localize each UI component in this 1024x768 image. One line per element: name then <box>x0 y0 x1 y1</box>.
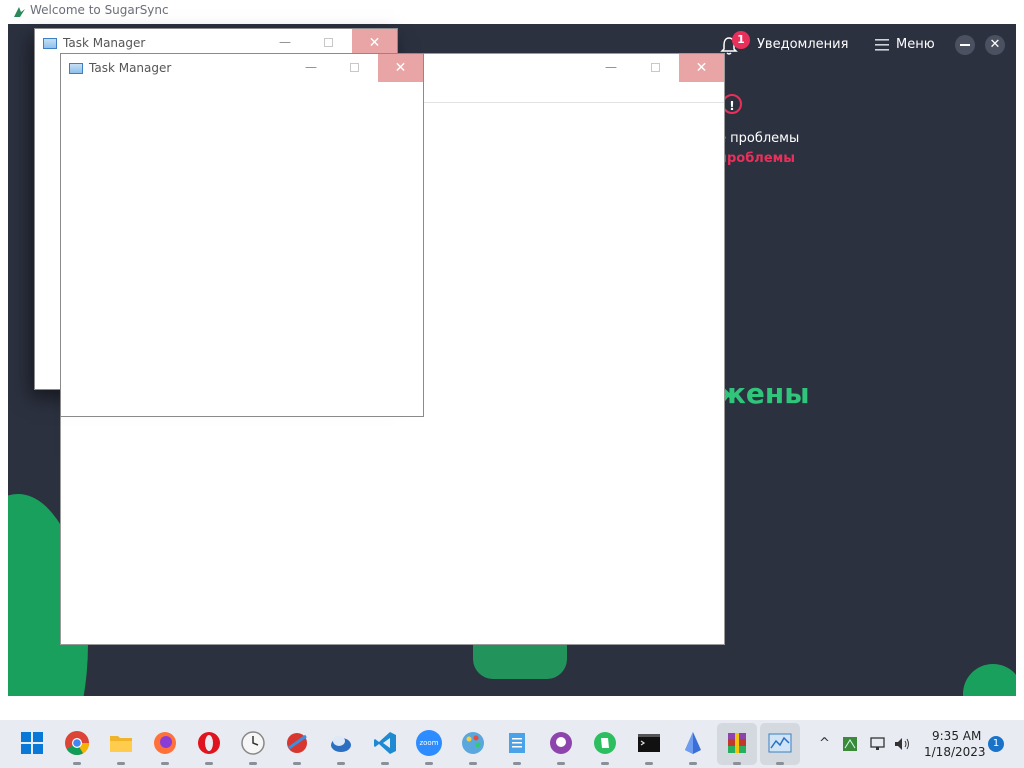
ccleaner-icon[interactable] <box>284 730 310 756</box>
minimize-button[interactable]: — <box>605 60 617 74</box>
running-indicator <box>249 762 257 765</box>
winrar-icon[interactable] <box>724 730 750 756</box>
running-indicator <box>337 762 345 765</box>
running-indicator <box>205 762 213 765</box>
clock-icon[interactable] <box>240 730 266 756</box>
problem-status-text: е проблемы <box>718 131 800 146</box>
clock-date[interactable]: 1/18/2023 <box>924 745 986 759</box>
running-indicator <box>776 762 784 765</box>
notification-count-badge: 1 <box>732 31 750 49</box>
clock-time[interactable]: 9:35 AM <box>932 729 981 743</box>
evernote-icon[interactable] <box>592 730 618 756</box>
minimize-button[interactable]: — <box>305 60 317 74</box>
maximize-button[interactable] <box>651 63 660 72</box>
sugarsync-titlebar: Welcome to SugarSync <box>0 0 1024 24</box>
windows-logo-icon[interactable] <box>19 730 45 756</box>
tray-app-icon[interactable] <box>842 736 858 752</box>
notification-center-badge[interactable]: 1 <box>988 736 1004 752</box>
decorative-green-shape <box>963 664 1016 696</box>
minimize-button[interactable] <box>955 35 975 55</box>
window-title: Task Manager <box>63 36 146 50</box>
window-title: Task Manager <box>89 61 172 75</box>
close-button[interactable]: ✕ <box>985 35 1005 55</box>
headline-text: жены <box>718 377 810 410</box>
palette-icon[interactable] <box>460 730 486 756</box>
task-manager-icon <box>43 38 57 49</box>
task-manager-window-front[interactable]: Task Manager — ✕ <box>60 53 424 417</box>
cloud-icon[interactable] <box>328 730 354 756</box>
running-indicator <box>513 762 521 765</box>
problem-link[interactable]: проблемы <box>718 151 795 166</box>
running-indicator <box>645 762 653 765</box>
running-indicator <box>469 762 477 765</box>
show-hidden-icons-chevron-icon[interactable]: ^ <box>819 736 830 751</box>
network-icon[interactable] <box>870 736 888 752</box>
window-title: Welcome to SugarSync <box>30 3 169 17</box>
primary-action-button[interactable] <box>473 639 567 679</box>
running-indicator <box>733 762 741 765</box>
notepad-icon[interactable] <box>504 730 530 756</box>
sugarsync-logo-icon <box>14 7 25 17</box>
running-indicator <box>73 762 81 765</box>
crystal-icon[interactable] <box>680 730 706 756</box>
close-button[interactable]: ✕ <box>679 54 724 82</box>
folder-icon[interactable] <box>108 730 134 756</box>
running-indicator <box>117 762 125 765</box>
running-indicator <box>425 762 433 765</box>
maximize-button[interactable] <box>324 38 333 47</box>
close-button[interactable]: ✕ <box>378 54 423 82</box>
warning-icon: ! <box>722 94 742 114</box>
github-icon[interactable] <box>548 730 574 756</box>
task-manager-icon <box>69 63 83 74</box>
running-indicator <box>381 762 389 765</box>
zoom-icon[interactable]: zoom <box>416 730 442 756</box>
running-indicator <box>161 762 169 765</box>
vscode-icon[interactable] <box>372 730 398 756</box>
menu-button[interactable]: Меню <box>896 37 935 52</box>
opera-icon[interactable] <box>196 730 222 756</box>
hamburger-menu-icon[interactable] <box>875 39 889 51</box>
running-indicator <box>293 762 301 765</box>
volume-icon[interactable] <box>893 736 911 752</box>
terminal-icon[interactable] <box>636 730 662 756</box>
notifications-button[interactable]: Уведомления <box>757 37 848 52</box>
firefox-icon[interactable] <box>152 730 178 756</box>
running-indicator <box>601 762 609 765</box>
minimize-button[interactable]: — <box>279 35 291 49</box>
minimize-icon <box>960 44 970 46</box>
maximize-button[interactable] <box>350 63 359 72</box>
running-indicator <box>689 762 697 765</box>
running-indicator <box>557 762 565 765</box>
task-manager-icon[interactable] <box>767 730 793 756</box>
chrome-icon[interactable] <box>64 730 90 756</box>
